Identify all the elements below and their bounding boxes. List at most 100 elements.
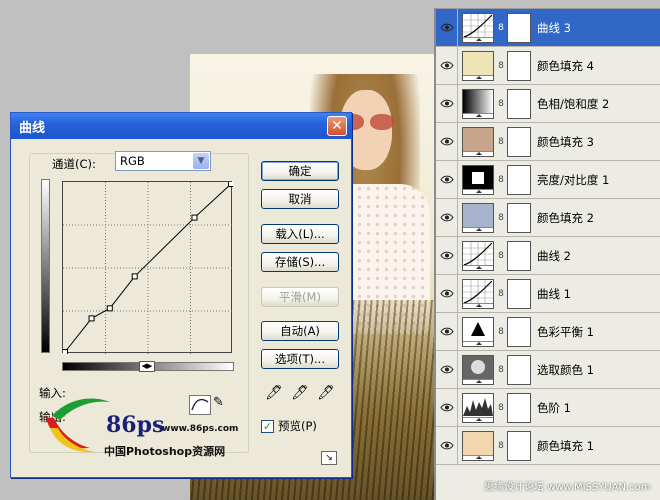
preview-checkbox[interactable]: ✓ 预览(P): [261, 418, 317, 434]
layer-row[interactable]: 8 色彩平衡 1: [436, 312, 660, 351]
eye-icon[interactable]: [436, 350, 458, 389]
layer-row[interactable]: 8 色阶 1: [436, 388, 660, 427]
layer-thumbnail[interactable]: [462, 354, 494, 385]
link-icon: 8: [498, 22, 504, 33]
gradient-toggle-icon[interactable]: ◀▶: [139, 361, 155, 372]
layer-thumbnail[interactable]: [462, 392, 494, 423]
layer-name[interactable]: 颜色填充 2: [537, 210, 594, 226]
ok-button[interactable]: 确定: [261, 161, 339, 181]
eye-icon[interactable]: [436, 160, 458, 199]
white-eyedropper-icon[interactable]: 🖊: [317, 385, 335, 403]
layer-thumbnail[interactable]: [462, 240, 494, 271]
layer-name[interactable]: 曲线 1: [537, 286, 571, 302]
eye-icon[interactable]: [436, 312, 458, 351]
layer-mask-thumbnail[interactable]: [507, 240, 531, 271]
layer-name[interactable]: 色阶 1: [537, 400, 571, 416]
layer-mask-thumbnail[interactable]: [507, 316, 531, 347]
black-eyedropper-icon[interactable]: 🖊: [265, 385, 283, 403]
options-button[interactable]: 选项(T)...: [261, 349, 339, 369]
layer-row[interactable]: 8 曲线 3: [436, 8, 660, 47]
close-icon: ✕: [331, 118, 343, 134]
link-icon: 8: [498, 250, 504, 261]
layer-mask-thumbnail[interactable]: [507, 50, 531, 81]
layer-thumbnail[interactable]: [462, 126, 494, 157]
layer-row[interactable]: 8 亮度/对比度 1: [436, 160, 660, 199]
layer-name[interactable]: 亮度/对比度 1: [537, 172, 609, 188]
eye-icon[interactable]: [436, 122, 458, 161]
logo-number: 86ps: [106, 412, 165, 438]
layer-name[interactable]: 曲线 3: [537, 20, 571, 36]
layer-thumbnail[interactable]: [462, 88, 494, 119]
layer-name[interactable]: 颜色填充 3: [537, 134, 594, 150]
chevron-down-icon[interactable]: ▼: [193, 153, 209, 169]
layers-panel: 8 曲线 3 8 颜色填充 4 8 色相/饱和度 2 8 颜色填充 3 8 亮度/对比度 1 8 颜色…: [434, 8, 660, 500]
curve-point[interactable]: [106, 305, 113, 312]
curve-point[interactable]: [63, 349, 68, 355]
layer-thumbnail[interactable]: [462, 164, 494, 195]
layer-name[interactable]: 曲线 2: [537, 248, 571, 264]
eye-icon[interactable]: [436, 236, 458, 275]
layer-row[interactable]: 8 颜色填充 4: [436, 46, 660, 85]
channel-label: 通道(C):: [49, 156, 99, 172]
curve-graph[interactable]: [62, 181, 233, 354]
layer-mask-thumbnail[interactable]: [507, 278, 531, 309]
eye-icon[interactable]: [436, 8, 458, 47]
smooth-button[interactable]: 平滑(M): [261, 287, 339, 307]
layer-thumbnail[interactable]: [462, 202, 494, 233]
curve-point[interactable]: [88, 315, 95, 322]
logo-cn-name: 中国Photoshop资源网: [104, 445, 226, 458]
layer-row[interactable]: 8 曲线 2: [436, 236, 660, 275]
layer-row[interactable]: 8 颜色填充 1: [436, 426, 660, 465]
close-button[interactable]: ✕: [327, 116, 347, 136]
link-icon: 8: [498, 440, 504, 451]
layer-row[interactable]: 8 颜色填充 2: [436, 198, 660, 237]
layer-mask-thumbnail[interactable]: [507, 430, 531, 461]
layer-mask-thumbnail[interactable]: [507, 126, 531, 157]
layer-mask-thumbnail[interactable]: [507, 354, 531, 385]
curve-point[interactable]: [228, 182, 234, 187]
layer-row[interactable]: 8 颜色填充 3: [436, 122, 660, 161]
output-gradient-bar: [41, 179, 50, 353]
eye-icon[interactable]: [436, 426, 458, 465]
link-icon: 8: [498, 174, 504, 185]
layer-thumbnail[interactable]: [462, 50, 494, 81]
layer-row[interactable]: 8 色相/饱和度 2: [436, 84, 660, 123]
layer-name[interactable]: 颜色填充 1: [537, 438, 594, 454]
cancel-button[interactable]: 取消: [261, 189, 339, 209]
layer-thumbnail[interactable]: [462, 316, 494, 347]
layer-mask-thumbnail[interactable]: [507, 12, 531, 43]
layer-mask-thumbnail[interactable]: [507, 392, 531, 423]
link-icon: 8: [498, 326, 504, 337]
layer-name[interactable]: 颜色填充 4: [537, 58, 594, 74]
layer-mask-thumbnail[interactable]: [507, 88, 531, 119]
eye-icon[interactable]: [436, 198, 458, 237]
layer-thumbnail[interactable]: [462, 12, 494, 43]
expand-icon[interactable]: ↘: [321, 451, 337, 465]
layer-row[interactable]: 8 选取颜色 1: [436, 350, 660, 389]
gray-eyedropper-icon[interactable]: 🖊: [291, 385, 309, 403]
save-button[interactable]: 存储(S)...: [261, 252, 339, 272]
layer-mask-thumbnail[interactable]: [507, 202, 531, 233]
layer-thumbnail[interactable]: [462, 278, 494, 309]
layer-thumbnail[interactable]: [462, 430, 494, 461]
eye-icon[interactable]: [436, 84, 458, 123]
footer-watermark: 思缘设计论坛 www.MISSYUAN.com: [484, 482, 651, 493]
eye-icon[interactable]: [436, 388, 458, 427]
link-icon: 8: [498, 98, 504, 109]
dialog-title: 曲线: [19, 120, 46, 136]
layer-name[interactable]: 色相/饱和度 2: [537, 96, 609, 112]
auto-button[interactable]: 自动(A): [261, 321, 339, 341]
curve-svg[interactable]: [63, 182, 233, 354]
dialog-titlebar[interactable]: 曲线: [11, 113, 351, 139]
layer-name[interactable]: 色彩平衡 1: [537, 324, 594, 340]
link-icon: 8: [498, 136, 504, 147]
layer-name[interactable]: 选取颜色 1: [537, 362, 594, 378]
eye-icon[interactable]: [436, 46, 458, 85]
curve-point[interactable]: [131, 273, 138, 280]
channel-select[interactable]: RGB ▼: [115, 151, 211, 171]
layer-row[interactable]: 8 曲线 1: [436, 274, 660, 313]
load-button[interactable]: 载入(L)...: [261, 224, 339, 244]
eye-icon[interactable]: [436, 274, 458, 313]
curve-point[interactable]: [191, 214, 198, 221]
layer-mask-thumbnail[interactable]: [507, 164, 531, 195]
